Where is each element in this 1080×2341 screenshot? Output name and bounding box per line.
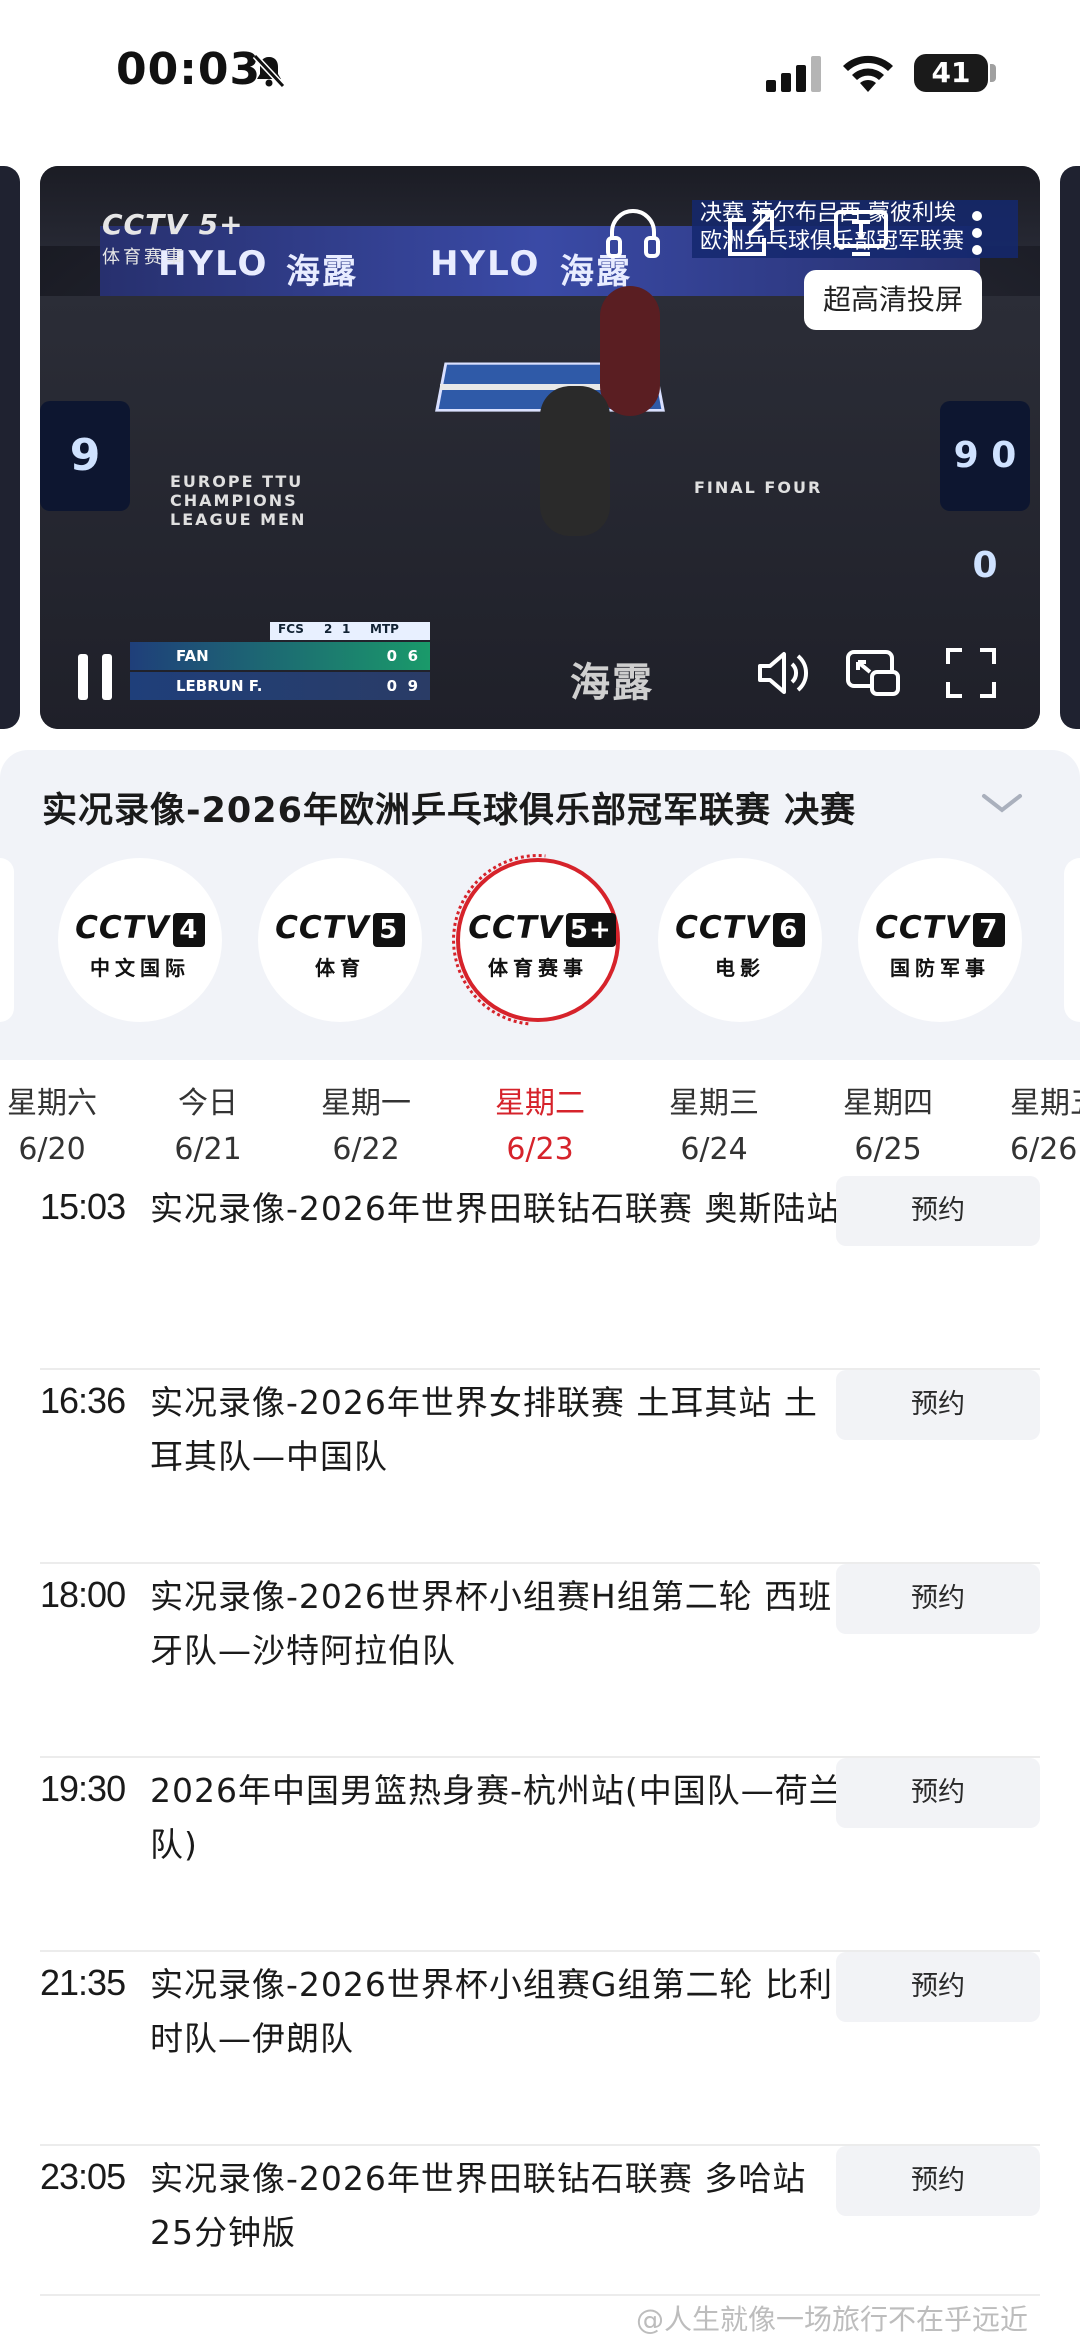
channel-cctv5plus[interactable]: CCTV 5+ 体育赛事	[416, 818, 660, 1062]
channel-logo: CCTV 5	[258, 910, 422, 947]
schedule-item[interactable]: 15:03 实况录像-2026年世界田联钻石联赛 奥斯陆站 预约	[40, 1176, 1040, 1370]
player1-score: 0 6	[386, 647, 418, 665]
schedule-title: 2026年中国男篮热身赛-杭州站(中国队—荷兰队)	[150, 1771, 843, 1864]
reserve-button[interactable]: 预约	[836, 1370, 1040, 1440]
reserve-button[interactable]: 预约	[836, 1564, 1040, 1634]
channel-logo: CCTV 6	[658, 910, 822, 947]
team1: FCS	[278, 622, 304, 636]
channel-cctv6[interactable]: CCTV 6 电影	[658, 858, 822, 1022]
date-tab[interactable]: 星期六 6/20	[0, 1086, 122, 1168]
athlete-far	[600, 286, 660, 416]
court-scoreboard-right: 9 0 0	[940, 401, 1030, 586]
channel-sub: 电影	[715, 956, 765, 980]
status-time: 00:03	[116, 44, 262, 95]
channel-cctv7[interactable]: CCTV 7 国防军事	[858, 858, 1022, 1022]
scorebug: FCS 2 1 MTP FAN 0 6 LEBRUN F. 0 9	[130, 622, 430, 704]
athlete-near	[540, 386, 610, 536]
tv-cast-icon[interactable]	[830, 202, 892, 264]
picture-in-picture-icon[interactable]	[842, 642, 904, 704]
wifi-icon	[843, 55, 893, 92]
reserve-button[interactable]: 预约	[836, 1952, 1040, 2022]
channel-sub: 中文国际	[90, 956, 190, 980]
date-tab[interactable]: 星期一 6/22	[296, 1086, 436, 1168]
battery-level: 41	[931, 56, 971, 89]
channel-logo: CCTV 4	[58, 910, 222, 947]
schedule-time: 15:03	[40, 1186, 126, 1227]
channel-edge-right[interactable]	[1064, 858, 1080, 1022]
channel-cctv4[interactable]: CCTV 4 中文国际	[58, 858, 222, 1022]
channel-edge-left[interactable]	[0, 858, 14, 1022]
player2-score: 0 9	[386, 677, 418, 695]
channel-watermark-logo: CCTV 5+	[102, 208, 244, 241]
reserve-button[interactable]: 预约	[836, 1176, 1040, 1246]
ad-word: 海露	[286, 252, 358, 292]
schedule-item[interactable]: 19:30 2026年中国男篮热身赛-杭州站(中国队—荷兰队) 预约	[40, 1758, 1040, 1952]
share-icon[interactable]	[720, 202, 782, 264]
sets1: 2	[324, 622, 333, 636]
more-icon[interactable]	[962, 202, 992, 264]
social-watermark: @人生就像一场旅行不在乎远近	[636, 2303, 1029, 2336]
date-tab[interactable]: 今日 6/21	[138, 1086, 278, 1168]
schedule-item[interactable]: 18:00 实况录像-2026世界杯小组赛H组第二轮 西班牙队—沙特阿拉伯队 预…	[40, 1564, 1040, 1758]
status-bar: 00:03 41	[0, 0, 1080, 150]
battery-icon: 41	[914, 54, 988, 92]
date-tab[interactable]: 星期五6/26	[992, 1086, 1080, 1168]
schedule-title: 实况录像-2026年世界女排联赛 土耳其站 土耳其队—中国队	[150, 1383, 818, 1476]
schedule-time: 18:00	[40, 1574, 126, 1615]
channel-cctv5[interactable]: CCTV 5 体育	[258, 858, 422, 1022]
schedule-item[interactable]: 23:05 实况录像-2026年世界田联钻石联赛 多哈站 25分钟版 预约	[40, 2146, 1040, 2296]
channel-watermark: CCTV 5+ 体育赛事	[102, 208, 244, 269]
team2: MTP	[370, 622, 399, 636]
headphones-icon[interactable]	[602, 202, 664, 264]
player1-name: FAN	[176, 647, 209, 665]
pause-icon[interactable]	[70, 646, 120, 708]
channel-logo: CCTV 7	[858, 910, 1022, 947]
video-player[interactable]: HYLO 海露 HYLO 海露 EUROPE TTU CHAMPIONS LEA…	[40, 166, 1040, 729]
schedule-item[interactable]: 21:35 实况录像-2026世界杯小组赛G组第二轮 比利时队—伊朗队 预约	[40, 1952, 1040, 2146]
sets2: 1	[342, 622, 351, 636]
channel-watermark-sub: 体育赛事	[102, 247, 186, 268]
player2-name: LEBRUN F.	[176, 677, 263, 695]
schedule-title: 实况录像-2026年世界田联钻石联赛 奥斯陆站	[150, 1189, 841, 1228]
channel-sub: 体育赛事	[488, 956, 588, 980]
previous-channel-card[interactable]	[0, 166, 20, 729]
schedule-title: 实况录像-2026世界杯小组赛G组第二轮 比利时队—伊朗队	[150, 1965, 833, 2058]
current-program-title: 实况录像-2026年欧洲乒乓球俱乐部冠军联赛 决赛	[42, 791, 857, 831]
battery-cap	[990, 64, 996, 82]
schedule-item[interactable]: 16:36 实况录像-2026年世界女排联赛 土耳其站 土耳其队—中国队 预约	[40, 1370, 1040, 1564]
floor-ad: 海露	[570, 660, 654, 706]
schedule-time: 16:36	[40, 1380, 126, 1421]
schedule-time: 19:30	[40, 1768, 126, 1809]
channel-logo: CCTV 5+	[460, 910, 624, 947]
schedule-time: 23:05	[40, 2156, 126, 2197]
schedule-time: 21:35	[40, 1962, 126, 2003]
silent-bell-icon	[252, 53, 286, 89]
schedule-title: 实况录像-2026世界杯小组赛H组第二轮 西班牙队—沙特阿拉伯队	[150, 1577, 833, 1670]
chevron-down-icon[interactable]	[980, 790, 1024, 816]
scorebug-row-1: FAN 0 6	[130, 642, 430, 670]
floor-text-left: EUROPE TTU CHAMPIONS LEAGUE MEN	[170, 472, 307, 529]
reserve-button[interactable]: 预约	[836, 1758, 1040, 1828]
schedule-title: 实况录像-2026年世界田联钻石联赛 多哈站 25分钟版	[150, 2159, 807, 2252]
reserve-button[interactable]: 预约	[836, 2146, 1040, 2216]
date-tab-selected[interactable]: 星期二 6/23	[470, 1086, 610, 1168]
fullscreen-icon[interactable]	[940, 642, 1002, 704]
channel-sub: 体育	[315, 956, 365, 980]
next-channel-card[interactable]	[1060, 166, 1080, 729]
channel-sub: 国防军事	[890, 956, 990, 980]
cast-tooltip[interactable]: 超高清投屏	[804, 270, 982, 330]
cellular-signal-icon	[766, 56, 821, 92]
scorebug-row-2: LEBRUN F. 0 9	[130, 672, 430, 700]
ad-word: HYLO	[430, 244, 541, 284]
date-tab[interactable]: 星期四 6/25	[818, 1086, 958, 1168]
date-tab[interactable]: 星期三 6/24	[644, 1086, 784, 1168]
scorebug-header: FCS 2 1 MTP	[270, 622, 430, 640]
floor-text-right: FINAL FOUR	[694, 478, 823, 497]
court-scoreboard-left: 9	[40, 401, 130, 511]
volume-icon[interactable]	[752, 642, 814, 704]
